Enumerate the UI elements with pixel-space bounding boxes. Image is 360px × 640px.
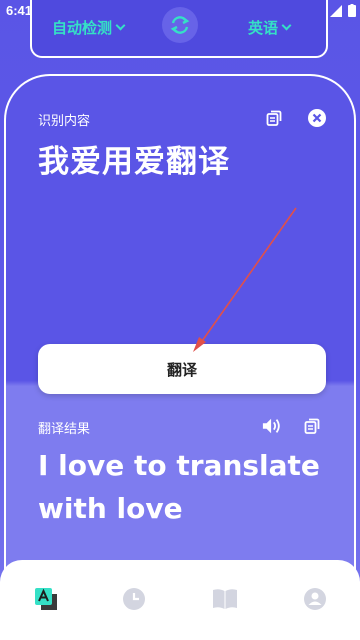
nav-profile[interactable] xyxy=(302,586,328,612)
annotation-arrow xyxy=(193,207,297,352)
history-icon xyxy=(123,588,145,610)
translate-icon xyxy=(35,588,57,610)
bottom-navigation xyxy=(0,560,360,640)
profile-icon xyxy=(304,588,326,610)
nav-dictionary[interactable] xyxy=(212,586,238,612)
book-icon xyxy=(213,589,237,609)
nav-history[interactable] xyxy=(121,586,147,612)
nav-translate[interactable] xyxy=(33,586,59,612)
